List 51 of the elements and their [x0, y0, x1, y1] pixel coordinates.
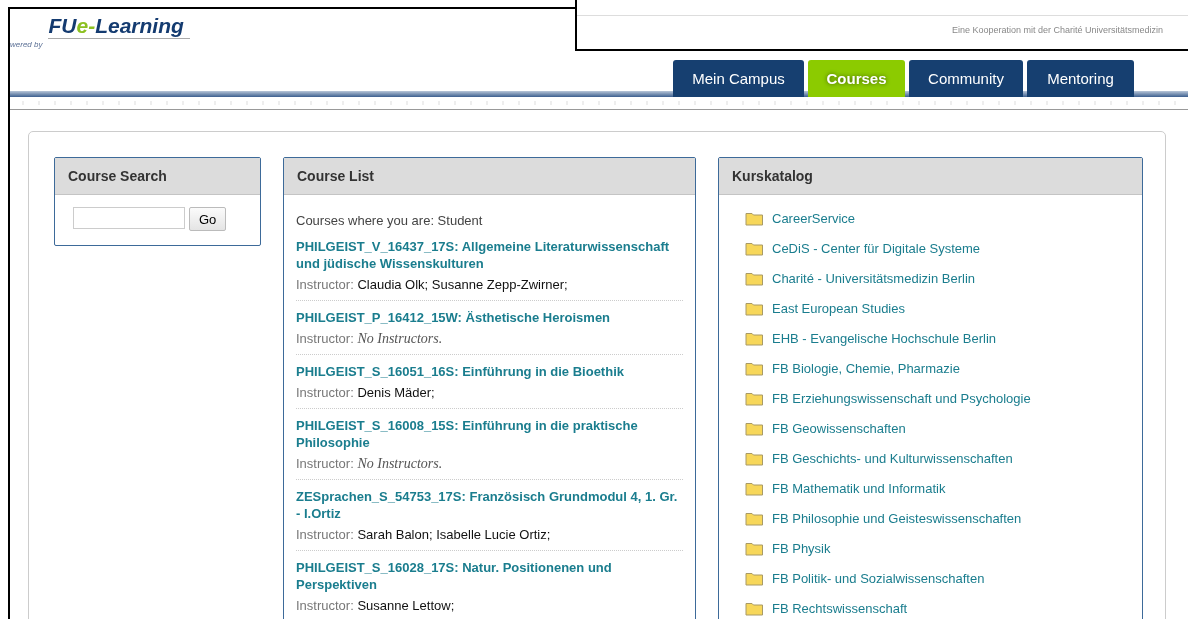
cooperation-text: Eine Kooperation mit der Charité Universitätsmedizin: [951, 25, 1163, 35]
course-link[interactable]: PHILGEIST_S_16028_17S: Natur. Positionenen und Perspektiven: [296, 559, 683, 593]
catalog-link[interactable]: FB Physik: [772, 540, 831, 556]
catalog-link[interactable]: FB Geowissenschaften: [772, 420, 906, 436]
catalog-link[interactable]: CareerService: [772, 210, 856, 226]
folder-icon: [745, 270, 764, 286]
catalog-link[interactable]: FB Philosophie und Geisteswissenschaften: [772, 510, 1022, 526]
course-link[interactable]: ZESprachen_S_54753_17S: Französisch Grundmodul 4, 1. Gr. - I.Ortiz: [296, 488, 683, 522]
catalog-link[interactable]: CeDiS - Center für Digitale Systeme: [772, 240, 981, 256]
catalog-link[interactable]: East European Studies: [772, 300, 905, 316]
folder-icon: [745, 240, 764, 256]
panel-title: Kurskatalog: [719, 158, 1142, 195]
catalog-link[interactable]: FB Biologie, Chemie, Pharmazie: [772, 360, 960, 376]
folder-icon: [745, 510, 764, 526]
folder-icon: [745, 390, 764, 406]
search-field[interactable]: [73, 207, 185, 229]
catalog-link[interactable]: FB Geschichts- und Kulturwissenschaften: [772, 450, 1013, 466]
nav-tab[interactable]: Mein Campus: [673, 60, 804, 97]
instructor-text: Instructor: Susanne Lettow;: [296, 598, 456, 614]
folder-icon: [745, 300, 764, 316]
course-link[interactable]: PHILGEIST_S_16008_15S: Einführung in die praktische Philosophie: [296, 417, 683, 451]
instructor-text: Instructor: No Instructors.: [296, 456, 444, 472]
course-link[interactable]: PHILGEIST_V_16437_17S: Allgemeine Literaturwissenschaft und jüdische Wissenskulturen: [296, 238, 683, 272]
nav-tab[interactable]: Mentoring: [1027, 60, 1134, 97]
catalog-link[interactable]: FB Erziehungswissenschaft und Psychologie: [772, 390, 1031, 406]
instructor-text: Instructor: Claudia Olk; Susanne Zepp-Zwirner;: [296, 277, 569, 293]
catalog-link[interactable]: FB Mathematik und Informatik: [772, 480, 946, 496]
folder-icon: [745, 450, 764, 466]
course-link[interactable]: PHILGEIST_S_16051_16S: Einführung in die Bioethik: [296, 363, 683, 380]
folder-icon: [745, 540, 764, 556]
folder-icon: [745, 210, 764, 226]
catalog-link[interactable]: FB Rechtswissenschaft: [772, 600, 908, 616]
folder-icon: [745, 330, 764, 346]
logo: wered by FUe-Learning: [10, 13, 190, 50]
instructor-text: Instructor: Denis Mäder;: [296, 385, 436, 401]
panel-title: Course List: [284, 158, 695, 195]
panel-title: Course Search: [55, 158, 260, 195]
catalog-link[interactable]: Charité - Universitätsmedizin Berlin: [772, 270, 975, 286]
catalog-link[interactable]: FB Politik- und Sozialwissenschaften: [772, 570, 985, 586]
catalog-link[interactable]: EHB - Evangelische Hochschule Berlin: [772, 330, 996, 346]
nav-tab[interactable]: Community: [909, 60, 1023, 97]
folder-icon: [745, 570, 764, 586]
folder-icon: [745, 420, 764, 436]
folder-icon: [745, 480, 764, 496]
folder-icon: [745, 360, 764, 376]
instructor-text: Instructor: No Instructors.: [296, 331, 444, 347]
role-text: Courses where you are: Student: [296, 213, 484, 228]
go-button[interactable]: Go: [189, 207, 227, 231]
instructor-text: Instructor: Sarah Balon; Isabelle Lucie Ortiz;: [296, 527, 552, 543]
course-link[interactable]: PHILGEIST_P_16412_15W: Ästhetische Heroismen: [296, 309, 683, 326]
folder-icon: [745, 600, 764, 616]
